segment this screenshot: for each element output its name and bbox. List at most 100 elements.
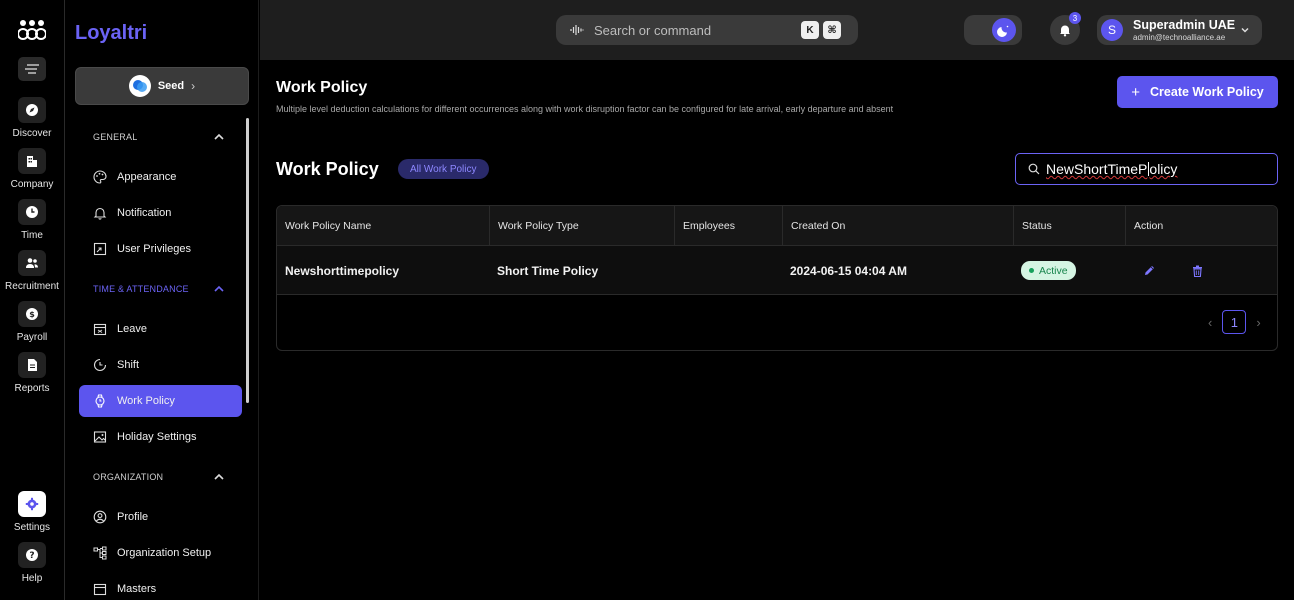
cell-policy-name[interactable]: Newshorttimepolicy [277,246,489,295]
rail-label: Time [21,230,43,241]
cell-policy-type: Short Time Policy [497,263,599,278]
voice-waveform-icon [570,25,584,35]
column-header-created-on[interactable]: Created On [782,206,1013,246]
external-window-icon [93,242,107,256]
sidebar-item-label: Leave [117,323,147,335]
sidebar-item-organization-setup[interactable]: Organization Setup [79,537,242,569]
settings-sidebar: Loyaltri Seed › GENERAL Appearance Notif… [65,0,259,600]
sidebar-item-label: Organization Setup [117,547,212,559]
search-placeholder: Search or command [594,22,712,38]
shortcut-key-command: ⌘ [823,21,841,39]
top-bar: Search or command K ⌘ 3 S Superadmin UAE… [260,0,1294,60]
sidebar-item-shift[interactable]: Shift [79,349,242,381]
rail-item-company[interactable]: Company [0,148,64,190]
command-search-input[interactable]: Search or command K ⌘ [556,15,858,45]
gear-icon [25,497,39,511]
sidebar-item-holiday-settings[interactable]: Holiday Settings [79,421,242,453]
theme-toggle[interactable] [964,15,1022,45]
rail-label: Help [21,573,43,584]
user-circle-icon [93,510,107,524]
moon-icon [992,18,1016,42]
hamburger-icon [25,64,39,74]
brand-name: Loyaltri [75,22,148,44]
chevron-up-icon[interactable] [213,471,225,483]
image-icon [93,430,107,444]
rail-label: Company [10,179,54,190]
svg-text:?: ? [29,551,34,561]
table-search-input[interactable]: NewShortTimeP olicy [1015,153,1278,185]
create-work-policy-button[interactable]: + Create Work Policy [1117,76,1278,108]
column-header-employees[interactable]: Employees [674,206,782,246]
app-rail: Discover Company Time Recruitment $ Payr… [0,0,65,600]
sidebar-item-label: Shift [117,359,140,371]
workspace-logo-icon [128,75,151,97]
rail-label: Payroll [16,332,48,343]
sidebar-item-work-policy[interactable]: Work Policy [79,385,242,417]
chevron-up-icon[interactable] [213,131,225,143]
bell-icon [93,206,107,220]
calendar-icon [93,582,107,596]
sidebar-item-label: Appearance [117,171,177,183]
search-value: NewShortTimeP olicy [1046,161,1177,177]
status-dot-icon [1029,268,1034,273]
rail-item-reports[interactable]: Reports [0,352,64,394]
table-row[interactable]: Newshorttimepolicy Short Time Policy 202… [277,246,1277,295]
svg-text:$: $ [29,310,35,319]
menu-toggle-button[interactable] [18,57,46,81]
work-policy-table: Work Policy Name Work Policy Type Employ… [276,205,1278,351]
chevron-up-icon[interactable] [213,283,225,295]
sidebar-item-label: Holiday Settings [117,431,197,443]
page-number-button[interactable]: 1 [1222,310,1247,334]
rail-label: Discover [12,128,52,139]
workspace-switcher-button[interactable]: Seed › [75,67,249,105]
cell-employees [674,246,782,295]
bell-icon [1060,25,1070,37]
sidebar-item-label: Masters [117,583,157,595]
help-icon: ? [26,549,38,561]
sidebar-item-label: Work Policy [117,395,175,407]
rail-item-payroll[interactable]: $ Payroll [0,301,64,343]
sidebar-item-profile[interactable]: Profile [79,501,242,533]
page-subtitle: Multiple level deduction calculations fo… [276,104,894,114]
sidebar-item-appearance[interactable]: Appearance [79,161,242,193]
column-header-status[interactable]: Status [1013,206,1125,246]
calendar-icon [93,322,107,336]
notification-count-badge: 3 [1069,12,1081,24]
sidebar-scrollbar[interactable] [246,118,249,403]
column-header-name[interactable]: Work Policy Name [277,206,489,246]
app-logo[interactable] [17,18,47,42]
notifications-button[interactable]: 3 [1050,12,1081,45]
chevron-right-icon: › [191,79,196,93]
prev-page-button[interactable]: ‹ [1208,315,1212,330]
rail-item-recruitment[interactable]: Recruitment [0,250,64,292]
hierarchy-icon [93,546,107,560]
trash-icon [1192,265,1202,277]
rail-item-settings[interactable]: Settings [0,491,64,533]
rail-item-time[interactable]: Time [0,199,64,241]
status-label: Active [1039,264,1068,277]
rail-label: Reports [14,383,50,394]
sidebar-item-leave[interactable]: Leave [79,313,242,345]
user-profile-menu[interactable]: S Superadmin UAE admin@technoalliance.ae [1097,15,1262,45]
chevron-down-icon [1241,27,1249,33]
user-email: admin@technoalliance.ae [1133,33,1226,42]
table-header-row: Work Policy Name Work Policy Type Employ… [277,206,1277,246]
sidebar-item-user-privileges[interactable]: User Privileges [79,233,242,265]
plus-icon: + [1131,83,1141,101]
rail-label: Settings [13,522,51,533]
rail-label: Recruitment [5,281,59,292]
rail-item-help[interactable]: ? Help [0,542,64,584]
next-page-button[interactable]: › [1256,315,1260,330]
all-work-policy-tab[interactable]: All Work Policy [398,159,489,179]
section-header-general: GENERAL [93,132,138,142]
column-header-type[interactable]: Work Policy Type [489,206,674,246]
sidebar-item-notification[interactable]: Notification [79,197,242,229]
pagination: ‹ 1 › [1208,310,1261,334]
delete-button[interactable] [1190,264,1204,278]
rail-item-discover[interactable]: Discover [0,97,64,139]
avatar: S [1101,19,1123,41]
status-badge: Active [1021,261,1076,280]
edit-button[interactable] [1142,264,1156,278]
clock-icon [26,206,38,218]
sidebar-item-masters[interactable]: Masters [79,573,242,600]
